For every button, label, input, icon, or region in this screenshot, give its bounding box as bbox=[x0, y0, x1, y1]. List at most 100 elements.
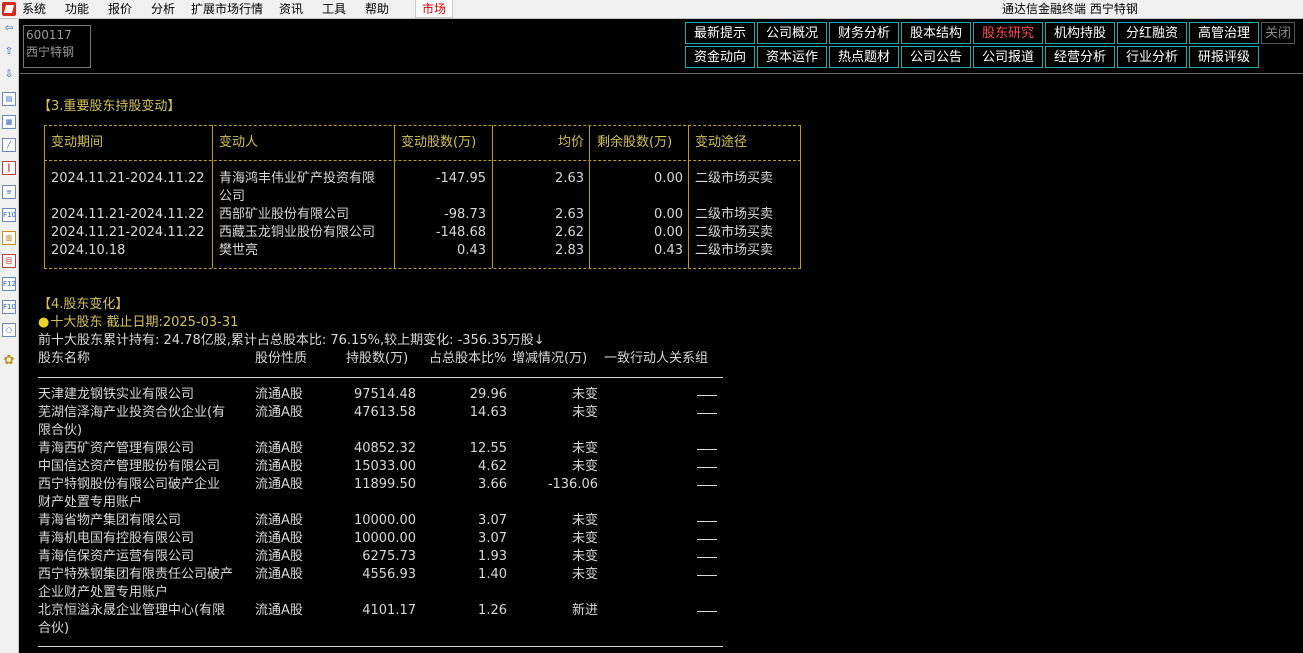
menu-analysis[interactable]: 分析 bbox=[151, 1, 175, 17]
cell-change-shares: 0.43 bbox=[457, 243, 486, 258]
news-icon[interactable]: ≡ bbox=[2, 185, 16, 199]
cell-holdings: 40852.32 bbox=[353, 441, 416, 456]
cell-concert-empty bbox=[697, 557, 717, 558]
stock-code: 600117 bbox=[26, 28, 72, 42]
cell-remaining: 0.43 bbox=[654, 243, 683, 258]
tab-hot-topics[interactable]: 热点题材 bbox=[829, 46, 899, 68]
table-vline bbox=[800, 125, 801, 268]
cell-person: 西藏玉龙铜业股份有限公司 bbox=[219, 225, 376, 240]
cell-ratio: 3.66 bbox=[478, 477, 507, 492]
arrow-up-icon[interactable]: ⇧ bbox=[2, 45, 16, 59]
tab-company-announcements[interactable]: 公司公告 bbox=[901, 46, 971, 68]
tab-institutional-holdings[interactable]: 机构持股 bbox=[1045, 22, 1115, 44]
col-header-change: 增减情况(万) bbox=[512, 351, 588, 366]
menu-function[interactable]: 功能 bbox=[65, 1, 89, 17]
f12-icon[interactable]: F12 bbox=[2, 277, 16, 291]
cell-way: 二级市场买卖 bbox=[695, 207, 774, 222]
cell-ratio: 29.96 bbox=[469, 387, 507, 402]
section4-subtitle: 十大股东 截止日期:2025-03-31 bbox=[38, 314, 238, 332]
cell-ratio: 1.40 bbox=[478, 567, 507, 582]
tab-governance[interactable]: 高管治理 bbox=[1189, 22, 1259, 44]
cell-holder-name-cont: 合伙) bbox=[38, 621, 70, 636]
cell-holder-name: 西宁特钢股份有限公司破产企业 bbox=[38, 477, 221, 492]
ledger-icon[interactable]: 目 bbox=[2, 254, 16, 268]
gear-icon[interactable]: ✿ bbox=[2, 354, 16, 368]
cell-share-type: 流通A股 bbox=[255, 387, 303, 402]
close-button[interactable]: 关闭 bbox=[1261, 22, 1295, 44]
col-header-share-type: 股份性质 bbox=[255, 351, 308, 366]
tab-capital-flow[interactable]: 资金动向 bbox=[685, 46, 755, 68]
col-header-holdings: 持股数(万) bbox=[346, 351, 409, 366]
col-header-concert-group: 一致行动人关系组 bbox=[604, 351, 709, 366]
app-logo-icon bbox=[2, 2, 16, 16]
report-icon[interactable]: ▥ bbox=[2, 231, 16, 245]
col-header-person: 变动人 bbox=[219, 135, 259, 150]
tab-capital-structure[interactable]: 股本结构 bbox=[901, 22, 971, 44]
cell-share-type: 流通A股 bbox=[255, 567, 303, 582]
cell-way: 二级市场买卖 bbox=[695, 225, 774, 240]
cell-remaining: 0.00 bbox=[654, 225, 683, 240]
grid-table-icon[interactable]: ▦ bbox=[2, 115, 16, 129]
menu-quote[interactable]: 报价 bbox=[108, 1, 132, 17]
cell-holder-name: 青海机电国有控股有限公司 bbox=[38, 531, 195, 546]
cell-ratio: 3.07 bbox=[478, 513, 507, 528]
cell-person-cont: 公司 bbox=[219, 189, 246, 204]
candlestick-icon[interactable]: ┃ bbox=[2, 161, 16, 175]
tab-capital-operation[interactable]: 资本运作 bbox=[757, 46, 827, 68]
section4-title: 【4.股东变化】 bbox=[38, 297, 129, 312]
cell-holdings: 15033.00 bbox=[353, 459, 416, 474]
tab-dividend-financing[interactable]: 分红融资 bbox=[1117, 22, 1187, 44]
tab-company-overview[interactable]: 公司概况 bbox=[757, 22, 827, 44]
cell-ratio: 3.07 bbox=[478, 531, 507, 546]
cell-holder-name: 青海西矿资产管理有限公司 bbox=[38, 441, 195, 456]
line-chart-icon[interactable]: ╱ bbox=[2, 138, 16, 152]
tab-research-ratings[interactable]: 研报评级 bbox=[1189, 46, 1259, 68]
tab-shareholder-research[interactable]: 股东研究 bbox=[973, 22, 1043, 44]
col-header-change-shares: 变动股数(万) bbox=[401, 135, 477, 150]
cell-concert-empty bbox=[697, 449, 717, 450]
stock-info-box: 600117 西宁特钢 bbox=[23, 25, 91, 68]
cell-holder-name-cont: 限合伙) bbox=[38, 423, 83, 438]
cell-holder-name: 北京恒溢永晟企业管理中心(有限 bbox=[38, 603, 226, 618]
cell-holdings: 4101.17 bbox=[362, 603, 416, 618]
circle-icon[interactable]: ○ bbox=[2, 323, 16, 337]
arrow-down-icon[interactable]: ⇩ bbox=[2, 68, 16, 82]
menu-help[interactable]: 帮助 bbox=[365, 1, 389, 17]
menu-system[interactable]: 系统 bbox=[22, 1, 46, 17]
arrow-left-icon[interactable]: ⇦ bbox=[2, 22, 16, 36]
f10-alt-icon[interactable]: F10 bbox=[2, 300, 16, 314]
cell-holder-name-cont: 企业财产处置专用账户 bbox=[38, 585, 169, 600]
cell-ratio: 4.62 bbox=[478, 459, 507, 474]
menu-news[interactable]: 资讯 bbox=[279, 1, 303, 17]
menu-market[interactable]: 市场 bbox=[415, 0, 453, 18]
table-vline bbox=[394, 125, 395, 268]
cell-change-shares: -98.73 bbox=[444, 207, 486, 222]
table-border-bottom bbox=[44, 268, 801, 269]
cell-share-type: 流通A股 bbox=[255, 477, 303, 492]
tab-business-analysis[interactable]: 经营分析 bbox=[1045, 46, 1115, 68]
cell-holder-name: 芜湖信泽海产业投资合伙企业(有 bbox=[38, 405, 226, 420]
table-vline bbox=[44, 125, 45, 268]
cell-change-shares: -147.95 bbox=[435, 171, 486, 186]
quote-list-icon[interactable]: ▤ bbox=[2, 92, 16, 106]
menu-extended-market[interactable]: 扩展市场行情 bbox=[191, 1, 263, 17]
f10-icon[interactable]: F10 bbox=[2, 208, 16, 222]
cell-change: 未变 bbox=[571, 387, 598, 402]
cell-avg-price: 2.63 bbox=[555, 171, 584, 186]
cell-share-type: 流通A股 bbox=[255, 549, 303, 564]
col-header-period: 变动期间 bbox=[51, 135, 104, 150]
tab-financial-analysis[interactable]: 财务分析 bbox=[829, 22, 899, 44]
stock-name: 西宁特钢 bbox=[26, 45, 75, 59]
cell-holdings: 97514.48 bbox=[353, 387, 416, 402]
cell-share-type: 流通A股 bbox=[255, 531, 303, 546]
cell-concert-empty bbox=[697, 575, 717, 576]
cell-holder-name: 青海信保资产运营有限公司 bbox=[38, 549, 195, 564]
table-vline bbox=[688, 125, 689, 268]
menu-tools[interactable]: 工具 bbox=[322, 1, 346, 17]
cell-avg-price: 2.83 bbox=[555, 243, 584, 258]
cell-period: 2024.11.21-2024.11.22 bbox=[51, 171, 205, 186]
tab-industry-analysis[interactable]: 行业分析 bbox=[1117, 46, 1187, 68]
tab-company-reports[interactable]: 公司报道 bbox=[973, 46, 1043, 68]
tab-latest-tips[interactable]: 最新提示 bbox=[685, 22, 755, 44]
cell-ratio: 12.55 bbox=[469, 441, 507, 456]
